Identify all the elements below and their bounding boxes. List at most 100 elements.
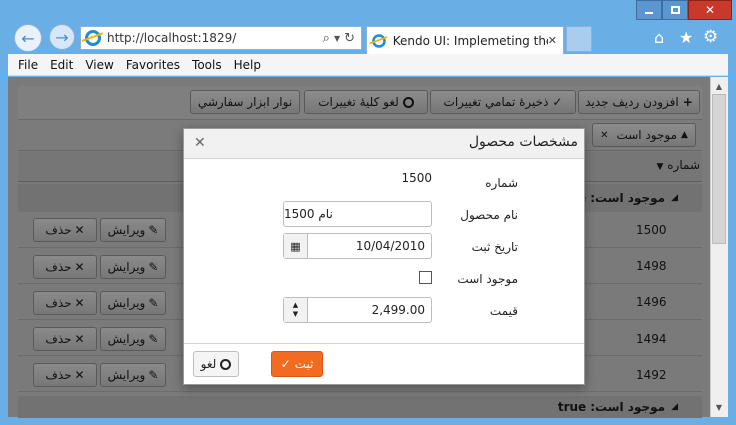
calendar-icon[interactable]: ▦ xyxy=(284,234,308,258)
pencil-icon: ✎ xyxy=(148,296,159,310)
search-dropdown-icon[interactable]: ▼ xyxy=(334,34,340,43)
back-button[interactable]: ← xyxy=(14,24,42,52)
scroll-up-icon[interactable]: ▲ xyxy=(710,78,728,94)
name-input[interactable]: نام 1500 xyxy=(283,201,432,227)
id-column-header[interactable]: شماره ▼ xyxy=(620,158,700,172)
pencil-icon: ✎ xyxy=(148,332,159,346)
spinner-buttons[interactable]: ▲ ▼ xyxy=(284,298,308,322)
cancel-circle-icon xyxy=(402,96,414,108)
collapse-icon[interactable]: ◢ xyxy=(671,402,678,412)
save-all-button[interactable]: ✓ ذخيرهٔ تمامي تغييرات xyxy=(430,90,576,114)
group-true-value: true xyxy=(557,400,587,414)
price-numeric-input[interactable]: ▲ ▼ 2,499.00 xyxy=(283,297,432,323)
menu-file[interactable]: File xyxy=(18,58,38,72)
x-icon: ✕ xyxy=(74,223,85,237)
group-chip[interactable]: ▲ موجود است ✕ xyxy=(592,123,696,147)
row-id-cell: 1500 xyxy=(636,223,667,237)
sort-desc-icon: ▼ xyxy=(656,162,664,172)
menu-view[interactable]: View xyxy=(85,58,113,72)
maximize-button[interactable] xyxy=(662,0,688,20)
edit-button[interactable]: ✎ ويرايش xyxy=(100,291,166,315)
delete-label: حذف xyxy=(45,332,72,346)
delete-button[interactable]: ✕ حذف xyxy=(33,291,97,315)
menu-edit[interactable]: Edit xyxy=(50,58,73,72)
pencil-icon: ✎ xyxy=(148,223,159,237)
decrease-icon[interactable]: ▼ xyxy=(293,310,298,319)
home-icon[interactable]: ⌂ xyxy=(654,28,664,47)
gear-icon[interactable]: ⚙ xyxy=(703,27,718,47)
new-tab-button[interactable] xyxy=(566,26,592,52)
edit-button[interactable]: ✎ ويرايش xyxy=(100,218,166,242)
menu-tools[interactable]: Tools xyxy=(192,58,222,72)
close-icon: ✕ xyxy=(704,3,716,17)
row-id-cell: 1496 xyxy=(636,295,667,309)
collapse-icon[interactable]: ◢ xyxy=(671,193,678,203)
ie-logo-icon xyxy=(85,30,101,46)
save-label: ثبت xyxy=(294,357,314,371)
cancel-circle-icon xyxy=(220,358,232,370)
custom-toolbar-label: نوار ابزار سفارشي xyxy=(197,95,293,109)
date-label: تاريخ ثبت xyxy=(471,240,518,254)
group-false-prefix: موجود است: xyxy=(590,191,666,205)
add-row-button[interactable]: + افزودن رديف جديد xyxy=(578,90,700,114)
tab-close-icon[interactable]: ✕ xyxy=(548,34,557,47)
x-icon: ✕ xyxy=(74,296,85,310)
id-header-label: شماره xyxy=(667,158,700,172)
maximize-icon xyxy=(670,6,680,14)
edit-button[interactable]: ✎ ويرايش xyxy=(100,255,166,279)
edit-button[interactable]: ✎ ويرايش xyxy=(100,327,166,351)
cancel-all-label: لغو كليهٔ تغييرات xyxy=(318,95,399,109)
price-value: 2,499.00 xyxy=(371,303,425,317)
custom-toolbar-button[interactable]: نوار ابزار سفارشي xyxy=(190,90,300,114)
row-id-cell: 1494 xyxy=(636,332,667,346)
delete-label: حذف xyxy=(45,223,72,237)
dialog-title: مشخصات محصول xyxy=(468,134,578,150)
date-value: 10/04/2010 xyxy=(355,239,425,253)
delete-label: حذف xyxy=(45,296,72,310)
edit-button[interactable]: ✎ ويرايش xyxy=(100,363,166,387)
delete-button[interactable]: ✕ حذف xyxy=(33,327,97,351)
cancel-button[interactable]: لغو xyxy=(193,351,239,377)
back-arrow-icon: ← xyxy=(21,28,35,48)
delete-button[interactable]: ✕ حذف xyxy=(33,363,97,387)
edit-label: ويرايش xyxy=(107,260,146,274)
minimize-button[interactable] xyxy=(636,0,662,20)
menu-help[interactable]: Help xyxy=(234,58,261,72)
search-icon[interactable]: ⌕ xyxy=(323,31,330,46)
available-checkbox[interactable] xyxy=(419,271,432,284)
edit-label: ويرايش xyxy=(107,296,146,310)
forward-arrow-icon: → xyxy=(55,27,69,47)
address-bar[interactable]: http://localhost:1829/ ⌕ ▼ ↻ xyxy=(80,26,362,50)
dialog-close-icon[interactable]: ✕ xyxy=(194,135,206,151)
menu-favorites[interactable]: Favorites xyxy=(126,58,180,72)
save-all-label: ذخيرهٔ تمامي تغييرات xyxy=(443,95,549,109)
delete-button[interactable]: ✕ حذف xyxy=(33,218,97,242)
x-icon: ✕ xyxy=(74,332,85,346)
add-row-label: افزودن رديف جديد xyxy=(585,95,679,109)
group-header-true: ◢ موجود است: true xyxy=(18,396,702,418)
available-label: موجود است xyxy=(457,272,518,286)
tab-ie-logo-icon xyxy=(372,33,386,48)
increase-icon[interactable]: ▲ xyxy=(293,301,298,310)
delete-label: حذف xyxy=(45,368,72,382)
forward-button[interactable]: → xyxy=(49,24,75,50)
scroll-down-icon[interactable]: ▼ xyxy=(710,399,728,415)
scrollbar-thumb[interactable] xyxy=(712,94,726,244)
group-chip-remove-icon[interactable]: ✕ xyxy=(600,130,608,141)
check-icon: ✓ xyxy=(280,357,291,371)
group-chip-label: موجود است xyxy=(616,128,678,142)
browser-tab[interactable]: Kendo UI: Implemeting the ... ✕ xyxy=(366,26,564,54)
window-close-button[interactable]: ✕ xyxy=(688,0,732,20)
row-id-cell: 1492 xyxy=(636,368,667,382)
address-url: http://localhost:1829/ xyxy=(107,31,237,45)
group-true-prefix: موجود است: xyxy=(590,400,666,414)
plus-icon: + xyxy=(682,95,693,109)
dialog-footer-divider xyxy=(184,343,584,344)
refresh-icon[interactable]: ↻ xyxy=(344,31,355,46)
date-picker[interactable]: ▦ 10/04/2010 xyxy=(283,233,432,259)
star-icon[interactable]: ★ xyxy=(679,28,693,47)
delete-button[interactable]: ✕ حذف xyxy=(33,255,97,279)
price-label: قيمت xyxy=(489,304,518,318)
cancel-all-button[interactable]: لغو كليهٔ تغييرات xyxy=(304,90,428,114)
save-button[interactable]: ثبت ✓ xyxy=(271,351,323,377)
